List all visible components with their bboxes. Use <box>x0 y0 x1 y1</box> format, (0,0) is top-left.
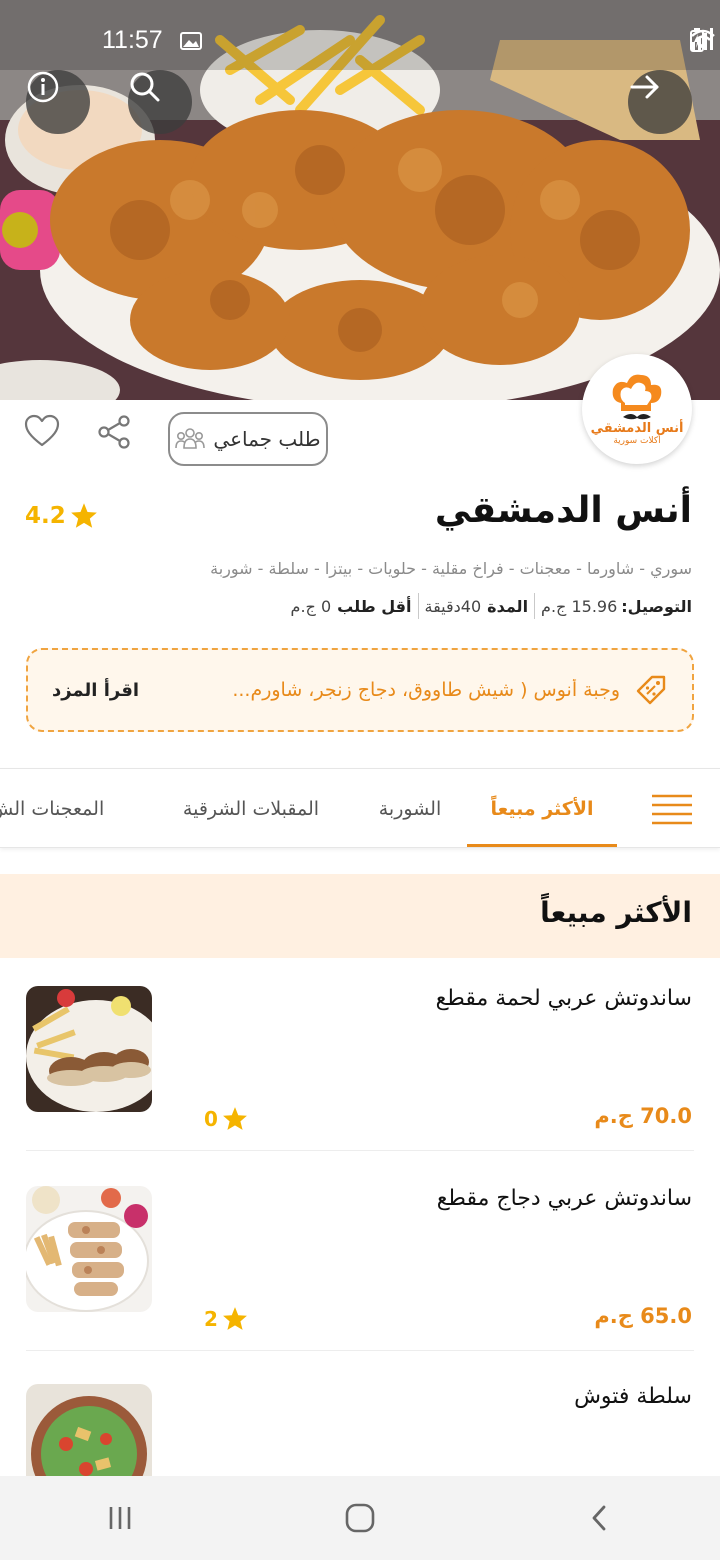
star-icon <box>223 1107 247 1130</box>
item-name: ساندوتش عربي لحمة مقطع <box>435 986 692 1011</box>
search-icon <box>130 72 160 102</box>
tab-label: الأكثر مبيعاً <box>490 798 594 820</box>
item-rating-value: 0 <box>204 1106 218 1131</box>
status-time: 11:57 <box>102 26 163 54</box>
item-name: سلطة فتوش <box>574 1384 692 1409</box>
tab-label: المقبلات الشرقية <box>182 798 320 820</box>
menu-icon[interactable] <box>650 792 694 828</box>
duration-label: المدة <box>487 596 529 616</box>
min-order-label: أقل طلب <box>337 596 412 616</box>
info-button[interactable] <box>26 70 90 134</box>
tab-best-sellers[interactable]: الأكثر مبيعاً <box>467 769 617 847</box>
restaurant-rating: 4.2 <box>25 502 98 529</box>
logo-name: أنس الدمشقي <box>590 420 684 436</box>
android-nav-bar <box>0 1476 720 1560</box>
recent-apps-icon[interactable] <box>105 1503 135 1533</box>
share-button[interactable] <box>96 414 132 454</box>
star-icon <box>70 503 97 528</box>
home-icon[interactable] <box>344 1502 376 1534</box>
tab-pastries[interactable]: المعجنات الش <box>0 769 140 847</box>
tab-oriental-appetizers[interactable]: المقبلات الشرقية <box>158 769 344 847</box>
search-button[interactable] <box>128 70 192 134</box>
gallery-icon <box>180 32 202 50</box>
item-rating-value: 2 <box>204 1306 218 1331</box>
group-order-label: طلب جماعي <box>213 427 321 451</box>
menu-item[interactable]: سلطة فتوش <box>0 1356 720 1476</box>
hero-image: 11:57 <box>0 0 720 400</box>
fattoush-salad-photo <box>26 1384 152 1476</box>
offer-banner[interactable]: وجبة أنوس ( شيش طاووق، دجاج زنجر، شاورم.… <box>26 648 694 732</box>
read-more-link[interactable]: اقرأ المزد <box>52 680 139 701</box>
chicken-sandwich-photo <box>26 1186 152 1312</box>
offer-text: وجبة أنوس ( شيش طاووق، دجاج زنجر، شاورم.… <box>232 679 620 701</box>
delivery-info: التوصيل: 15.96 ج.م المدة 40دقيقة أقل طلب… <box>291 593 692 619</box>
item-rating: 2 <box>204 1306 248 1331</box>
delivery-value: 15.96 ج.م <box>541 596 618 616</box>
duration-value: 40دقيقة <box>424 596 482 616</box>
delivery-label: التوصيل: <box>621 596 692 616</box>
share-icon <box>98 415 130 449</box>
tag-icon <box>636 675 666 705</box>
min-order-value: 0 ج.م <box>290 596 332 616</box>
back-button[interactable] <box>628 70 692 134</box>
arrow-right-icon <box>630 75 659 99</box>
meat-sandwich-photo <box>26 986 152 1112</box>
item-divider <box>26 1350 694 1351</box>
group-icon <box>175 428 206 449</box>
active-tab-indicator <box>467 844 617 847</box>
cuisine-list: سوري - شاورما - معجنات - فراخ مقلية - حل… <box>210 559 692 578</box>
menu-item[interactable]: ساندوتش عربي لحمة مقطع 70.0 ج.م 0 <box>0 958 720 1156</box>
item-image <box>26 986 152 1112</box>
category-tabs: الأكثر مبيعاً الشوربة المقبلات الشرقية ا… <box>0 768 720 848</box>
chef-hat-icon <box>612 374 662 419</box>
item-price: 65.0 ج.م <box>594 1304 692 1328</box>
item-divider <box>26 1150 694 1151</box>
restaurant-name: أنس الدمشقي <box>434 490 692 531</box>
logo-subtitle: أكلات سورية <box>613 435 661 446</box>
favorite-button[interactable] <box>24 414 60 452</box>
item-rating: 0 <box>204 1106 248 1131</box>
back-nav-icon[interactable] <box>585 1503 615 1533</box>
item-image <box>26 1186 152 1312</box>
item-image <box>26 1384 152 1476</box>
item-price: 70.0 ج.م <box>594 1104 692 1128</box>
rating-value: 4.2 <box>25 502 66 529</box>
group-order-button[interactable]: طلب جماعي <box>168 412 328 466</box>
section-title: الأكثر مبيعاً <box>540 896 692 929</box>
info-icon <box>27 71 59 103</box>
tab-label: المعجنات الش <box>0 798 105 820</box>
restaurant-logo: أنس الدمشقي أكلات سورية <box>582 354 692 464</box>
tab-label: الشوربة <box>378 798 442 820</box>
menu-item[interactable]: ساندوتش عربي دجاج مقطع 65.0 ج.م 2 <box>0 1158 720 1356</box>
heart-icon <box>24 414 60 447</box>
section-header: الأكثر مبيعاً <box>0 874 720 958</box>
item-name: ساندوتش عربي دجاج مقطع <box>436 1186 692 1211</box>
star-icon <box>223 1307 247 1330</box>
battery-icon <box>690 28 704 52</box>
tab-soups[interactable]: الشوربة <box>360 769 460 847</box>
status-bar: 11:57 <box>0 0 720 80</box>
